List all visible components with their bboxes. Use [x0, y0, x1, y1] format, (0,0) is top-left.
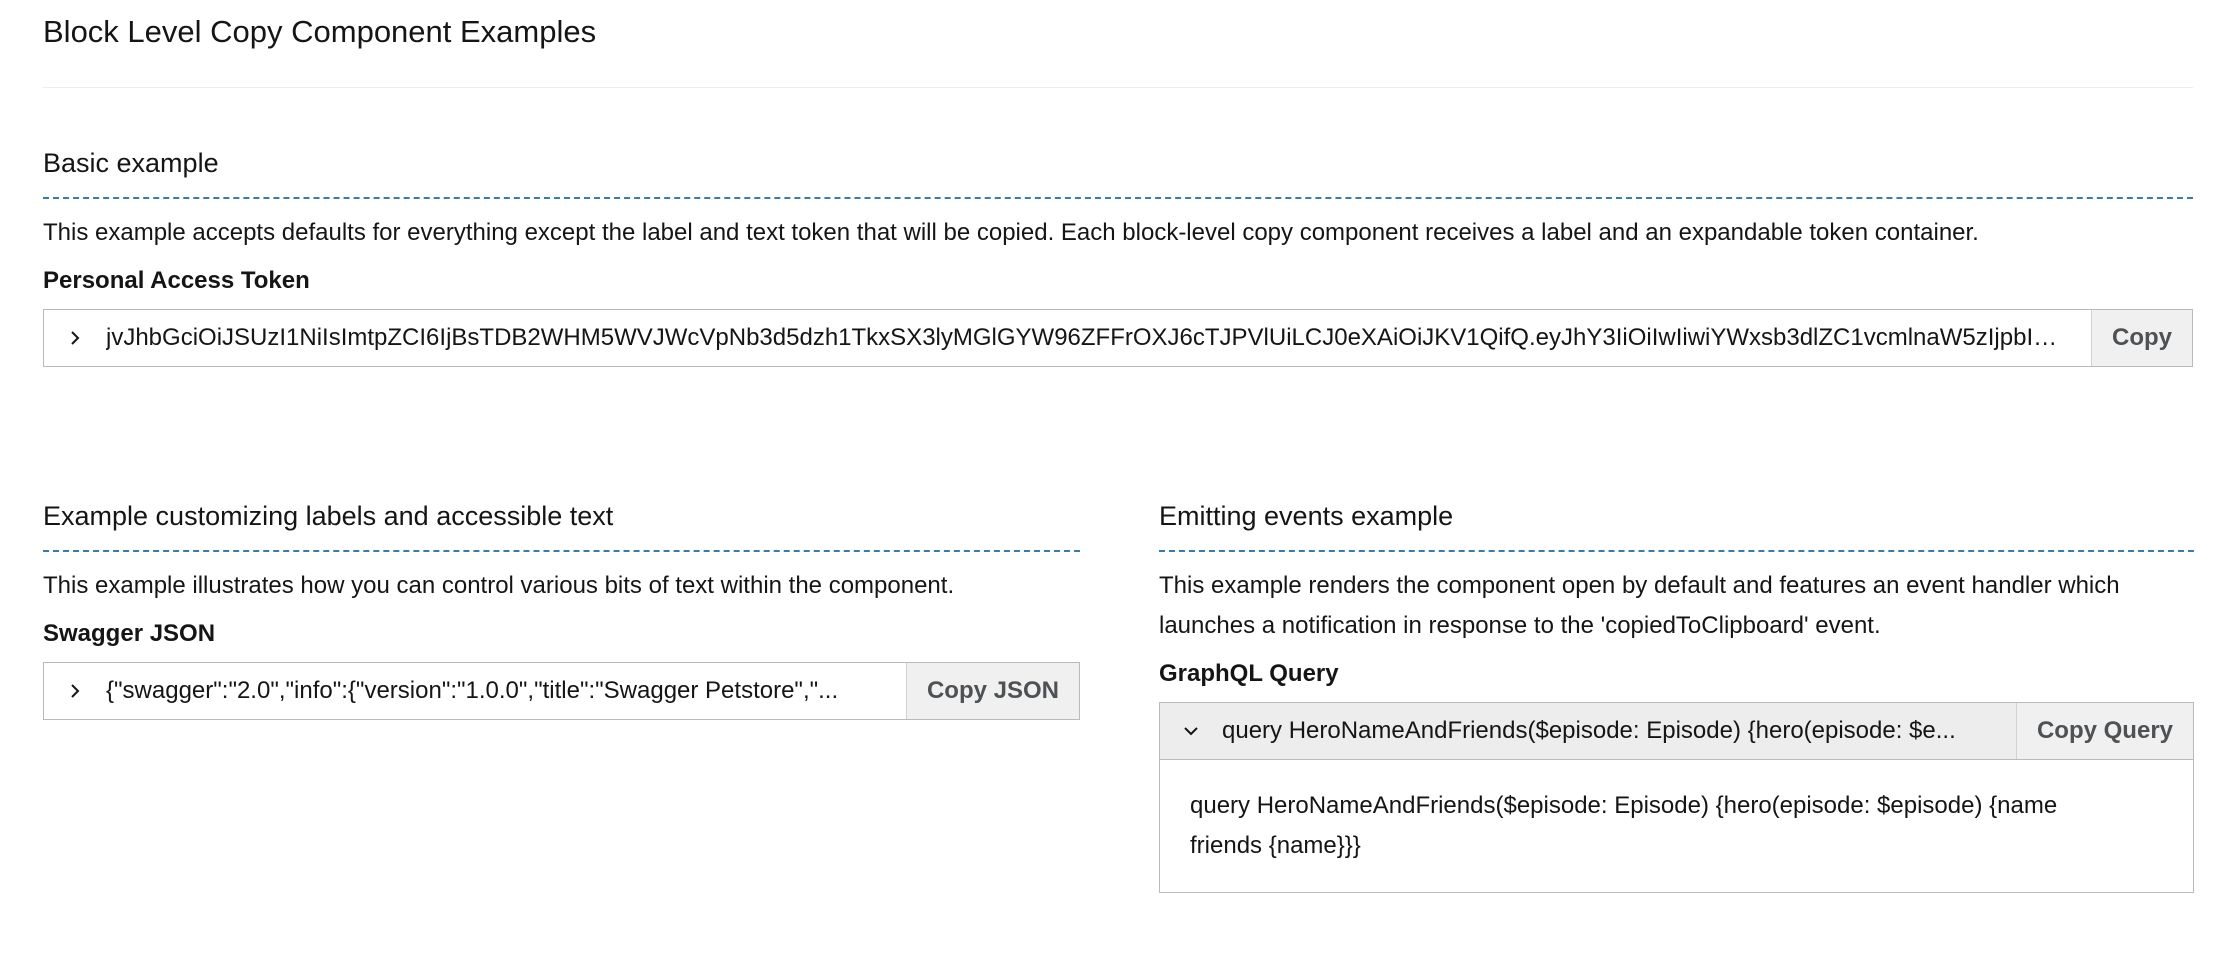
- page: Block Level Copy Component Examples Basi…: [0, 0, 2226, 956]
- expanded-token-panel[interactable]: query HeroNameAndFriends($episode: Episo…: [1159, 760, 2194, 893]
- basic-example-section: Basic example This example accepts defau…: [43, 145, 2193, 367]
- section-divider: [1159, 550, 2194, 552]
- token-text[interactable]: query HeroNameAndFriends($episode: Episo…: [1222, 703, 2016, 759]
- emitting-events-section: Emitting events example This example ren…: [1159, 498, 2194, 893]
- block-copy-personal-access-token: jvJhbGciOiJSUzI1NiIsImtpZCI6IjBsTDB2WHM5…: [43, 309, 2193, 367]
- section-heading-basic: Basic example: [43, 148, 219, 178]
- chevron-right-icon: [68, 682, 82, 700]
- token-text[interactable]: {"swagger":"2.0","info":{"version":"1.0.…: [106, 663, 906, 719]
- section-divider: [43, 197, 2193, 199]
- section-heading-events: Emitting events example: [1159, 501, 1454, 531]
- section-description: This example renders the component open …: [1159, 566, 2194, 646]
- token-label: GraphQL Query: [1159, 660, 1339, 687]
- token-label: Personal Access Token: [43, 267, 310, 294]
- section-heading-custom: Example customizing labels and accessibl…: [43, 501, 614, 531]
- expanded-token-line: friends {name}}}: [1190, 832, 1361, 859]
- expanded-token-line: query HeroNameAndFriends($episode: Episo…: [1190, 792, 2058, 819]
- page-title: Block Level Copy Component Examples: [43, 14, 597, 49]
- block-copy-swagger-json: {"swagger":"2.0","info":{"version":"1.0.…: [43, 662, 1080, 720]
- copy-json-button[interactable]: Copy JSON: [905, 663, 1079, 719]
- token-label: Swagger JSON: [43, 620, 216, 647]
- expand-toggle-button[interactable]: [1160, 703, 1222, 759]
- chevron-down-icon: [1182, 724, 1200, 738]
- token-text[interactable]: jvJhbGciOiJSUzI1NiIsImtpZCI6IjBsTDB2WHM5…: [106, 310, 2091, 366]
- section-description: This example accepts defaults for everyt…: [43, 219, 1979, 246]
- section-divider: [43, 550, 1080, 552]
- block-copy-graphql-query: query HeroNameAndFriends($episode: Episo…: [1159, 702, 2194, 760]
- expand-toggle-button[interactable]: [44, 310, 106, 366]
- copy-button[interactable]: Copy: [2091, 310, 2192, 366]
- description-line: launches a notification in response to t…: [1159, 612, 1881, 639]
- chevron-right-icon: [68, 329, 82, 347]
- expand-toggle-button[interactable]: [44, 663, 106, 719]
- custom-labels-section: Example customizing labels and accessibl…: [43, 498, 1080, 720]
- copy-query-button[interactable]: Copy Query: [2015, 703, 2193, 759]
- section-description: This example illustrates how you can con…: [43, 572, 955, 599]
- title-divider: [43, 87, 2193, 88]
- description-line: This example renders the component open …: [1159, 572, 2120, 599]
